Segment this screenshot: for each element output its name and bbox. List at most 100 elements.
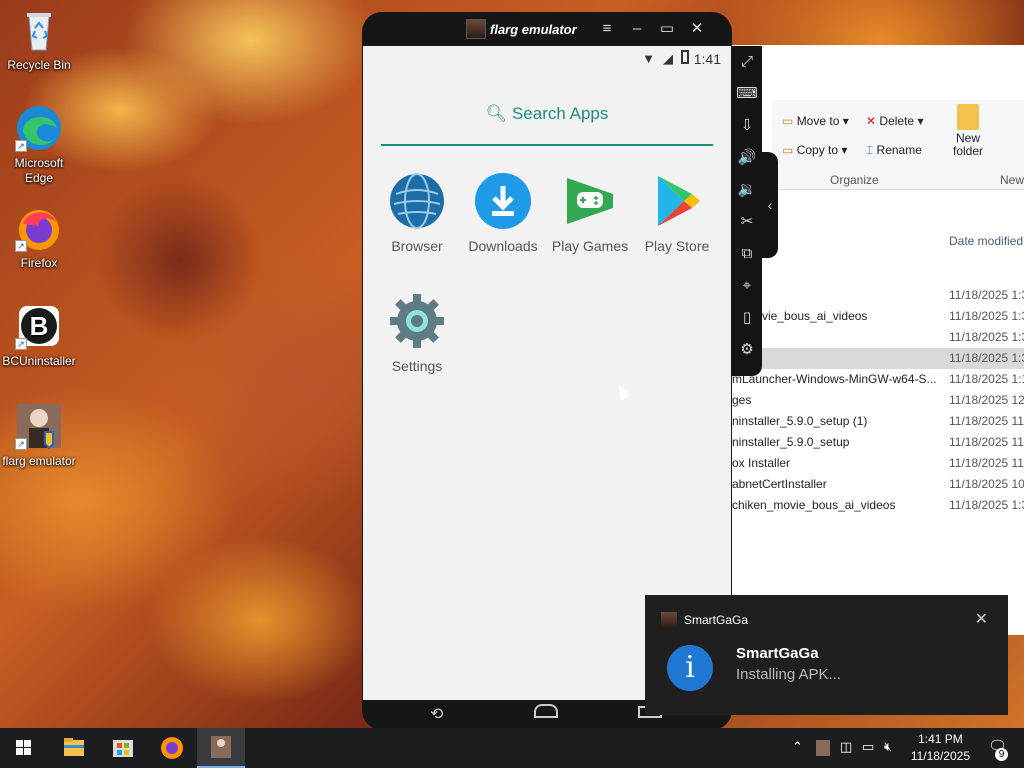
file-row-selected[interactable]: k11/18/2025 1:3 (732, 348, 1024, 369)
app-label: Play Games (551, 238, 629, 254)
taskbar-file-explorer[interactable] (50, 728, 98, 768)
app-settings[interactable]: Settings (373, 292, 461, 374)
toolbar-collapse-tab[interactable]: ‹ (762, 152, 778, 258)
info-icon: i (667, 645, 713, 691)
file-row[interactable]: ninstaller_5.9.0_setup (1) 11/18/2025 11: (732, 411, 1024, 432)
copy-to-icon: ▭ (782, 143, 794, 157)
close-icon[interactable]: ✕ (975, 609, 988, 629)
explorer-ribbon: ▭ Move to ▾ ▭ Copy to ▾ ✕ Delete ▾ ⌶ Ren… (772, 100, 1024, 190)
file-row[interactable]: ninstaller_5.9.0_setup 11/18/2025 11: (732, 432, 1024, 453)
location-icon[interactable]: ⌖ (732, 270, 762, 302)
install-apk-icon[interactable]: ⇩ (732, 110, 762, 142)
toast-notification[interactable]: SmartGaGa ✕ i SmartGaGa Installing APK..… (645, 595, 1008, 715)
organize-group-label: Organize (830, 173, 879, 187)
emulator-title: flarg emulator (490, 22, 577, 37)
move-to-button[interactable]: ▭ Move to ▾ (782, 114, 849, 128)
desktop-icon-recycle-bin[interactable]: Recycle Bin (0, 6, 78, 73)
chevron-down-icon: ▾ (917, 114, 924, 128)
file-row[interactable]: n_movie_bous_ai_videos 11/18/2025 1:3 (732, 306, 1024, 327)
network-icon[interactable]: ▭ (862, 739, 874, 755)
desktop-icon-label: Microsoft Edge (14, 156, 64, 185)
desktop-icon-label: Firefox (20, 256, 58, 270)
back-button-icon[interactable]: ⟲ (430, 704, 443, 724)
desktop-icon-label: BCUninstaller (2, 354, 76, 368)
browser-globe-icon (388, 172, 446, 230)
file-row[interactable]: mLauncher-Windows-MinGW-w64-S... 11/18/20… (732, 369, 1024, 390)
tray-emulator-icon[interactable] (816, 740, 830, 756)
clock-time: 1:41 PM (918, 732, 963, 746)
chevron-up-icon[interactable]: ⌃ (792, 739, 803, 755)
copy-to-button[interactable]: ▭ Copy to ▾ (782, 143, 847, 157)
emulator-logo-icon (466, 19, 486, 39)
wifi-icon: ▼ (642, 51, 655, 66)
store-icon (113, 740, 133, 757)
file-row[interactable]: ges 11/18/2025 12: (732, 390, 1024, 411)
desktop-icon-label: Recycle Bin (7, 58, 71, 72)
flarg-emulator-icon (211, 736, 231, 758)
file-row[interactable]: 411/18/2025 1:3 (732, 285, 1024, 306)
volume-up-icon[interactable]: 🔊 (732, 142, 762, 174)
shake-icon[interactable]: ▯ (732, 302, 762, 334)
desktop-icon-flarg-emulator[interactable]: ↗ flarg emulator (0, 402, 78, 469)
taskbar-firefox[interactable] (148, 728, 196, 768)
close-button[interactable]: ✕ (684, 18, 710, 40)
taskbar: ⌃ ◫ ▭ 🔇︎ 1:41 PM 11/18/2025 🗨︎ 9 (0, 728, 1024, 768)
edge-icon: ↗ (15, 104, 63, 152)
windows-logo-icon (16, 740, 31, 755)
bcuninstaller-icon: B ↗ (15, 302, 63, 350)
keyboard-icon[interactable]: ⌨ (732, 78, 762, 110)
tray-meet-icon[interactable]: ◫ (840, 739, 852, 755)
file-list: 411/18/2025 1:3 n_movie_bous_ai_videos11… (732, 285, 1024, 516)
signal-icon: ◢ (663, 51, 673, 66)
emulator-titlebar[interactable]: flarg emulator ≡ – ▭ ✕ (362, 12, 732, 46)
rename-icon: ⌶ (866, 143, 874, 157)
fullscreen-icon[interactable]: ⤢ (732, 46, 762, 78)
start-button[interactable] (0, 728, 48, 768)
multi-instance-icon[interactable]: ⧉ (732, 238, 762, 270)
desktop-icon-label: flarg emulator (2, 454, 76, 468)
battery-icon (681, 50, 689, 64)
app-play-games[interactable]: Play Games (546, 172, 634, 254)
move-to-icon: ▭ (782, 114, 794, 128)
taskbar-flarg-emulator[interactable] (197, 728, 245, 768)
folder-icon (64, 738, 84, 756)
flarg-emulator-icon: ↗ (15, 402, 63, 450)
maximize-button[interactable]: ▭ (654, 18, 680, 40)
rename-button[interactable]: ⌶ Rename (866, 143, 922, 158)
file-row[interactable]: etup11/18/2025 1:3 (732, 327, 1024, 348)
new-folder-button[interactable]: New folder (947, 104, 989, 158)
delete-button[interactable]: ✕ Delete ▾ (866, 114, 923, 128)
file-row[interactable]: chiken_movie_bous_ai_videos 11/18/2025 1:… (732, 495, 1024, 516)
desktop-icon-bcuninstaller[interactable]: B ↗ BCUninstaller (0, 302, 78, 369)
taskbar-store[interactable] (99, 728, 147, 768)
minimize-button[interactable]: – (624, 18, 650, 40)
play-games-icon (561, 172, 619, 230)
file-row[interactable]: ox Installer 11/18/2025 11: (732, 453, 1024, 474)
file-row[interactable]: abnetCertInstaller 11/18/2025 10: (732, 474, 1024, 495)
settings-gear-icon[interactable]: ⚙ (732, 334, 762, 366)
firefox-icon: ↗ (15, 204, 63, 252)
home-button-icon[interactable] (534, 704, 558, 718)
desktop-icon-edge[interactable]: ↗ Microsoft Edge (0, 104, 78, 186)
new-group-label: New (1000, 173, 1024, 187)
desktop-icon-firefox[interactable]: ↗ Firefox (0, 204, 78, 271)
toast-message: Installing APK... (736, 666, 842, 683)
action-center-button[interactable]: 🗨︎ 9 (988, 737, 1010, 761)
app-downloads[interactable]: Downloads (459, 172, 547, 254)
app-browser[interactable]: Browser (373, 172, 461, 254)
menu-icon[interactable]: ≡ (594, 18, 620, 40)
volume-down-icon[interactable]: 🔉 (732, 174, 762, 206)
search-icon: 🔍︎ (485, 104, 508, 123)
app-label: Settings (391, 358, 443, 374)
taskbar-clock[interactable]: 1:41 PM 11/18/2025 (911, 731, 970, 765)
app-play-store[interactable]: Play Store (633, 172, 721, 254)
screenshot-scissors-icon[interactable]: ✂ (732, 206, 762, 238)
column-header-date-modified[interactable]: Date modified (949, 234, 1023, 248)
chevron-down-icon: ▾ (841, 143, 848, 157)
volume-muted-icon[interactable]: 🔇︎ (884, 739, 892, 755)
firefox-icon (161, 737, 183, 759)
notification-count: 9 (995, 748, 1008, 761)
app-label: Downloads (468, 238, 538, 254)
app-label: Browser (391, 238, 443, 254)
search-apps-bar[interactable]: 🔍︎ Search Apps (381, 98, 713, 146)
